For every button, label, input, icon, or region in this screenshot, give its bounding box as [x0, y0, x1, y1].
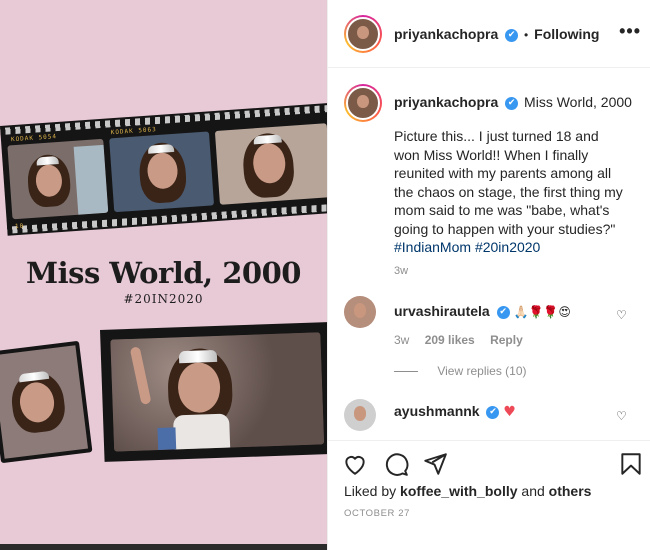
film-number: 10: [14, 222, 25, 231]
comment-text: 🙏🏻🌹🌹😍: [513, 305, 571, 319]
caption-username[interactable]: priyankachopra: [394, 94, 498, 110]
photo-frame: [7, 138, 109, 220]
post-date[interactable]: OCTOBER 27: [344, 508, 410, 519]
caption-header: priyankachopra ✔ Miss World, 2000: [394, 94, 639, 110]
avatar[interactable]: [344, 296, 376, 328]
photo-frame: [214, 123, 327, 205]
comment-like-icon[interactable]: ♡: [616, 309, 628, 321]
liked-by-prefix: Liked by: [344, 483, 397, 499]
comment-meta: 3w 209 likes Reply: [394, 333, 523, 347]
verified-icon: ✔: [505, 28, 519, 42]
image-title: Miss World, 2000: [26, 256, 301, 290]
verified-icon: ✔: [486, 405, 500, 419]
verified-icon: ✔: [496, 305, 510, 319]
caption-title: Miss World, 2000: [524, 94, 632, 110]
film-strip-bottom: [100, 321, 327, 462]
bookmark-icon[interactable]: [618, 451, 644, 477]
comment-text: ♥: [503, 404, 516, 420]
avatar[interactable]: [344, 15, 382, 53]
post-details-panel: priyankachopra ✔ • Following ••• priyank…: [327, 0, 650, 550]
avatar[interactable]: [344, 84, 382, 122]
comment: urvashirautela ✔ 🙏🏻🌹🌹😍: [394, 303, 571, 319]
hashtag-link[interactable]: #20in2020: [475, 239, 540, 255]
film-strip-top: KODAK 5054 KODAK 5063 10: [0, 102, 327, 236]
following-button[interactable]: Following: [534, 26, 599, 42]
caption-time[interactable]: 3w: [394, 265, 408, 277]
liked-by-others[interactable]: others: [549, 483, 592, 499]
post-actions: Liked by koffee_with_bolly and others OC…: [328, 440, 650, 550]
comment: ayushmannk ✔ ♥: [394, 403, 516, 420]
post-image[interactable]: KODAK 5054 KODAK 5063 10 Miss World, 200…: [0, 0, 327, 550]
view-replies-button[interactable]: View replies (10): [394, 364, 527, 378]
header-username[interactable]: priyankachopra: [394, 26, 498, 42]
liked-by-conjunction: and: [521, 483, 545, 499]
view-replies-label: View replies (10): [437, 364, 527, 378]
photo-frame: [110, 332, 325, 452]
hashtag-link[interactable]: #IndianMom: [394, 239, 471, 255]
photo-frame: [0, 340, 93, 464]
comment-username[interactable]: ayushmannk: [394, 403, 480, 419]
separator-dot: •: [524, 28, 529, 42]
heart-icon[interactable]: [342, 451, 368, 477]
caption-body: Picture this... I just turned 18 and won…: [394, 128, 623, 237]
avatar[interactable]: [344, 399, 376, 431]
comment-username[interactable]: urvashirautela: [394, 303, 490, 319]
liked-by: Liked by koffee_with_bolly and others: [344, 483, 591, 499]
caption-text: Picture this... I just turned 18 and won…: [394, 127, 626, 257]
media-bottom-edge: [0, 544, 327, 550]
photo-frame: [109, 131, 215, 213]
liked-by-user[interactable]: koffee_with_bolly: [400, 483, 517, 499]
post-header: priyankachopra ✔ • Following •••: [328, 0, 650, 68]
replies-divider: [394, 371, 418, 373]
share-icon[interactable]: [422, 451, 448, 477]
comment-likes[interactable]: 209 likes: [425, 333, 475, 347]
comment-time[interactable]: 3w: [394, 333, 409, 347]
comment-icon[interactable]: [383, 451, 409, 477]
reply-button[interactable]: Reply: [490, 333, 523, 347]
more-options-icon[interactable]: •••: [619, 22, 641, 40]
image-subtitle: #20IN2020: [123, 292, 204, 306]
verified-icon: ✔: [505, 96, 519, 110]
comment-like-icon[interactable]: ♡: [616, 410, 628, 422]
